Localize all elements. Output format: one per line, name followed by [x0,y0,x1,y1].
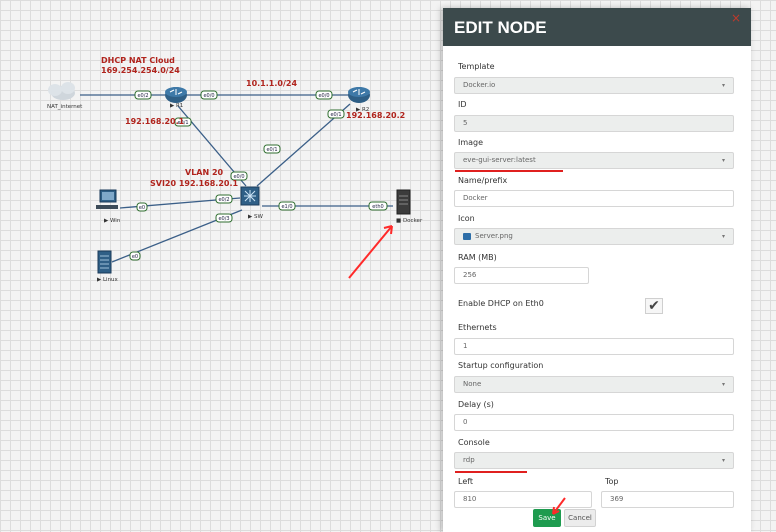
save-annotation-arrow [552,497,566,515]
panel-title: EDIT NODE [454,18,547,37]
iface-sw-e10[interactable]: e1/0 [278,201,296,211]
svg-text:e0/2: e0/2 [137,93,148,99]
iface-sw-e03[interactable]: e0/3 [215,213,233,223]
svg-text:e0/2: e0/2 [218,197,229,203]
svg-text:e0/3: e0/3 [218,216,229,222]
svg-text:e0/0: e0/0 [203,93,214,99]
iface-r1-e02[interactable]: e0/2 [134,90,152,100]
linux-node-label: ▶ Linux [97,277,119,283]
annotation-arrow [348,225,393,279]
iface-r2-e01[interactable]: e0/1 [327,109,345,119]
win-node-label: ▶ Win [104,218,121,224]
cloud-icon[interactable] [48,82,75,100]
svg-text:e1/0: e1/0 [281,204,292,210]
vlan-label: VLAN 20 [185,168,224,177]
iface-r1-e00[interactable]: e0/0 [200,90,218,100]
server-icon[interactable] [97,250,112,274]
iface-linux-e0[interactable]: e0 [129,251,141,261]
panel-header: EDIT NODE × [443,8,751,46]
iface-sw-e02[interactable]: e0/2 [215,194,233,204]
iface-win-e0[interactable]: e0 [136,202,148,212]
dhcp-subnet-label: 169.254.254.0/24 [101,66,180,75]
iface-r2-e00[interactable]: e0/0 [315,90,333,100]
r2-ip-label: 192.168.20.2 [346,111,405,120]
edit-node-panel: EDIT NODE × Template Docker.io ▾ ID 5 Im… [443,8,751,532]
svg-text:e0/1: e0/1 [330,112,341,118]
svg-text:eth0: eth0 [372,204,383,210]
svi-label: SVI20 192.168.20.1 [150,179,238,188]
docker-node-label: ■ Docker [396,218,423,224]
svg-text:e0/1: e0/1 [266,147,277,153]
svg-text:e0: e0 [132,254,138,260]
svg-text:e0: e0 [139,205,145,211]
pc-icon[interactable] [96,189,118,209]
router-icon[interactable] [165,87,187,103]
link-subnet-label: 10.1.1.0/24 [246,79,297,88]
iface-docker-eth0[interactable]: eth0 [368,201,388,211]
close-icon[interactable]: × [731,12,741,24]
iface-sw-e01[interactable]: e0/1 [263,144,281,154]
dhcp-nat-cloud-label: DHCP NAT Cloud [101,56,175,65]
r1-ip-label: 192.168.20.1 [125,117,185,126]
server-icon[interactable] [396,189,411,215]
nat-node-label: NAT_internet [47,104,83,110]
svg-text:e0/0: e0/0 [318,93,329,99]
r1-node-label: ▶ R1 [170,103,183,109]
router-icon[interactable] [348,87,370,103]
switch-icon[interactable] [240,186,260,206]
topology-diagram[interactable]: NAT_internet ▶ R1 ▶ R2 ▶ SW ▶ Win ▶ Linu… [0,0,443,532]
sw-node-label: ▶ SW [248,214,263,220]
